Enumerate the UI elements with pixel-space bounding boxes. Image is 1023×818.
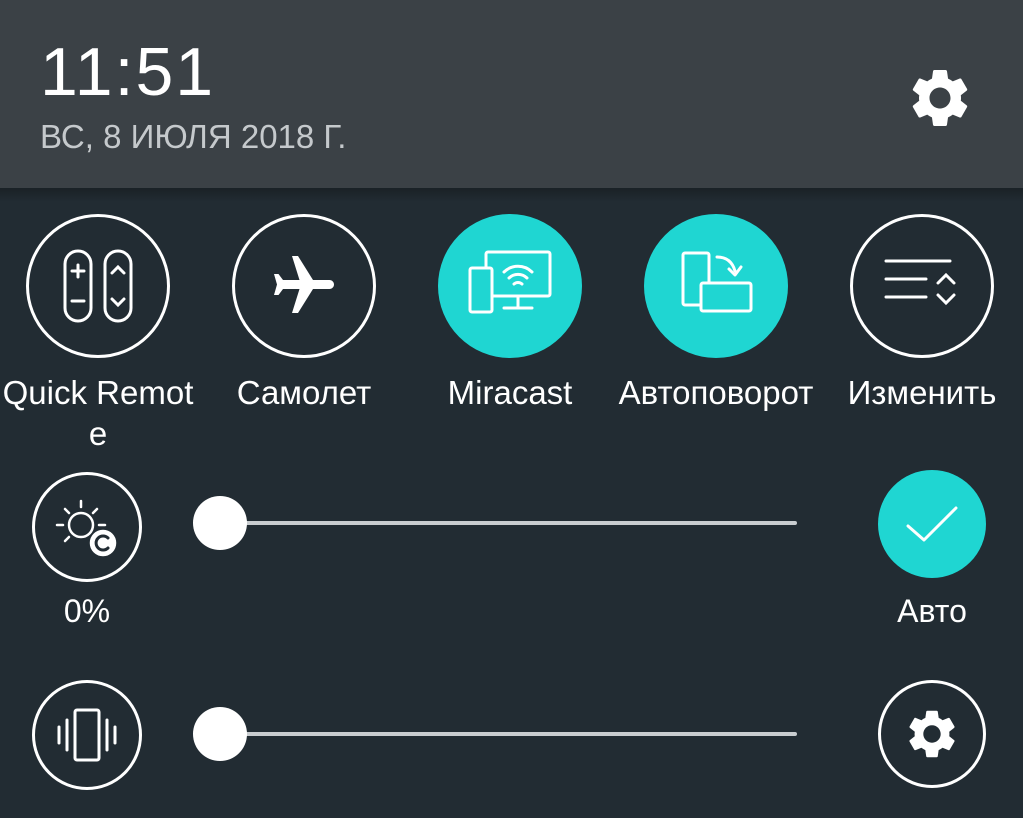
tile-airplane-mode[interactable]: Самолет bbox=[204, 214, 404, 413]
volume-slider-track[interactable] bbox=[220, 732, 797, 736]
tile-circle bbox=[232, 214, 376, 358]
auto-brightness-label: Авто bbox=[897, 593, 967, 629]
tile-label-airplane: Самолет bbox=[236, 374, 372, 411]
quick-remote-icon bbox=[63, 249, 133, 323]
volume-slider-thumb[interactable] bbox=[193, 707, 247, 761]
brightness-icon bbox=[55, 499, 117, 557]
clock-time: 11:51 bbox=[40, 34, 216, 110]
vibrate-icon bbox=[57, 708, 117, 762]
brightness-slider-thumb[interactable] bbox=[193, 496, 247, 550]
tile-label-miracast: Miracast bbox=[447, 374, 573, 411]
gear-icon bbox=[912, 70, 968, 126]
tile-miracast[interactable]: Miracast bbox=[410, 214, 610, 413]
brightness-mode-button[interactable] bbox=[32, 472, 142, 582]
tile-label-auto-rotate: Автоповорот bbox=[618, 374, 814, 411]
settings-button[interactable] bbox=[900, 58, 980, 138]
tile-circle bbox=[438, 214, 582, 358]
tile-circle bbox=[644, 214, 788, 358]
tile-circle bbox=[26, 214, 170, 358]
tile-label-quick-remote: Quick Remote bbox=[2, 374, 194, 452]
tile-auto-rotate[interactable]: Автоповорот bbox=[616, 214, 816, 413]
miracast-icon bbox=[468, 250, 552, 314]
tile-label-edit: Изменить bbox=[847, 374, 997, 411]
tile-circle bbox=[850, 214, 994, 358]
auto-rotate-icon bbox=[681, 251, 753, 313]
date-text: ВС, 8 ИЮЛЯ 2018 Г. bbox=[40, 118, 347, 155]
sound-settings-button[interactable] bbox=[878, 680, 986, 788]
brightness-value: 0% bbox=[63, 593, 111, 629]
airplane-icon bbox=[274, 256, 334, 313]
checkmark-icon bbox=[906, 506, 958, 542]
auto-brightness-toggle[interactable] bbox=[878, 470, 986, 578]
edit-list-icon bbox=[884, 259, 956, 306]
gear-icon bbox=[909, 710, 955, 758]
brightness-slider-track[interactable] bbox=[220, 521, 797, 525]
sound-mode-button[interactable] bbox=[32, 680, 142, 790]
notification-header: 11:51 ВС, 8 ИЮЛЯ 2018 Г. bbox=[0, 0, 1023, 188]
tile-quick-remote[interactable]: Quick Remote bbox=[0, 214, 198, 454]
tile-edit[interactable]: Изменить bbox=[822, 214, 1022, 413]
header-shadow bbox=[0, 188, 1023, 202]
